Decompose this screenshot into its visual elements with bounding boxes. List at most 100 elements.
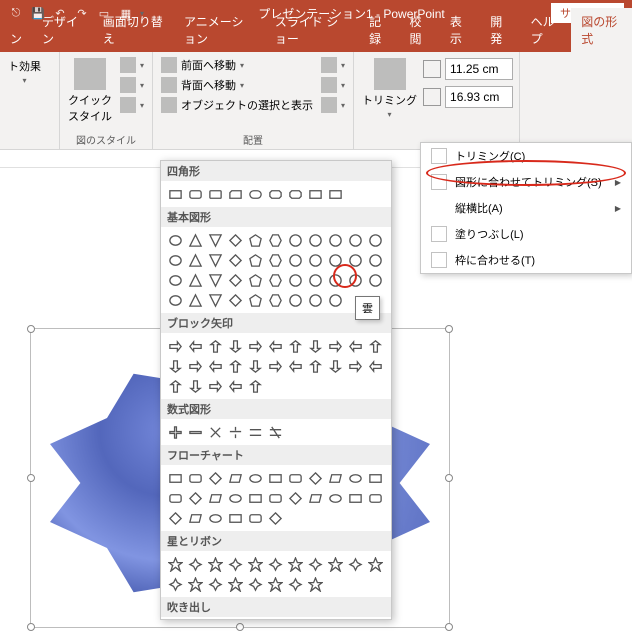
send-backward-button[interactable]: 背面へ移動▾ [159, 76, 315, 94]
picture-effects-button[interactable]: ▾ [118, 76, 146, 94]
shape-rect3[interactable] [226, 185, 244, 203]
shape-arrow8[interactable] [326, 337, 344, 355]
shape-flow22[interactable] [166, 509, 184, 527]
shape-flow7[interactable] [306, 469, 324, 487]
shape-basic34[interactable] [186, 291, 204, 309]
shape-rect1[interactable] [186, 185, 204, 203]
shape-basic23[interactable] [186, 271, 204, 289]
shape-arrow2[interactable] [206, 337, 224, 355]
shape-arrow13[interactable] [206, 357, 224, 375]
shape-basic11[interactable] [166, 251, 184, 269]
tab-developer[interactable]: 開発 [480, 8, 520, 52]
shape-arrow12[interactable] [186, 357, 204, 375]
shape-eq4[interactable] [246, 423, 264, 441]
redo-icon[interactable]: ↷ [74, 5, 90, 21]
shape-flow27[interactable] [266, 509, 284, 527]
shape-basic22[interactable] [166, 271, 184, 289]
shape-eq0[interactable] [166, 423, 184, 441]
shape-basic6[interactable] [286, 231, 304, 249]
handle-se[interactable] [445, 623, 453, 631]
handle-e[interactable] [445, 474, 453, 482]
shape-flow17[interactable] [286, 489, 304, 507]
dd-fill[interactable]: 塗りつぶし(L) [421, 221, 631, 247]
dd-aspect-ratio[interactable]: 縦横比(A)▶ [421, 195, 631, 221]
shape-star9[interactable] [346, 555, 364, 573]
tab-animations[interactable]: アニメーション [174, 8, 265, 52]
shape-star8[interactable] [326, 555, 344, 573]
dd-crop-to-shape[interactable]: 図形に合わせてトリミング(S)▶ [421, 169, 631, 195]
shape-basic29[interactable] [306, 271, 324, 289]
start-icon[interactable]: ▦ [118, 5, 134, 21]
shape-rect4[interactable] [246, 185, 264, 203]
tab-insert[interactable]: ン [0, 25, 32, 52]
shape-flow2[interactable] [206, 469, 224, 487]
shape-arrow4[interactable] [246, 337, 264, 355]
tab-review[interactable]: 校閲 [399, 8, 439, 52]
shape-basic16[interactable] [266, 251, 284, 269]
shape-star10[interactable] [366, 555, 384, 573]
shape-arrow21[interactable] [366, 357, 384, 375]
shape-star3[interactable] [226, 555, 244, 573]
shape-flow5[interactable] [266, 469, 284, 487]
shape-rect8[interactable] [326, 185, 344, 203]
shape-star13[interactable] [206, 575, 224, 593]
shape-flow26[interactable] [246, 509, 264, 527]
shape-basic24[interactable] [206, 271, 224, 289]
shape-flow16[interactable] [266, 489, 284, 507]
shape-basic15[interactable] [246, 251, 264, 269]
shape-arrow3[interactable] [226, 337, 244, 355]
shape-basic17[interactable] [286, 251, 304, 269]
shape-basic26[interactable] [246, 271, 264, 289]
shape-arrow10[interactable] [366, 337, 384, 355]
shape-arrow19[interactable] [326, 357, 344, 375]
shape-basic36[interactable] [226, 291, 244, 309]
shape-basic37[interactable] [246, 291, 264, 309]
shape-arrow18[interactable] [306, 357, 324, 375]
shape-basic30[interactable] [326, 271, 344, 289]
shape-star5[interactable] [266, 555, 284, 573]
shape-basic41[interactable] [326, 291, 344, 309]
shape-basic19[interactable] [326, 251, 344, 269]
shape-star15[interactable] [246, 575, 264, 593]
shape-star14[interactable] [226, 575, 244, 593]
shape-eq1[interactable] [186, 423, 204, 441]
shape-flow18[interactable] [306, 489, 324, 507]
selection-pane-button[interactable]: オブジェクトの選択と表示 [159, 96, 315, 114]
shape-basic31[interactable] [346, 271, 364, 289]
shape-flow20[interactable] [346, 489, 364, 507]
shape-flow21[interactable] [366, 489, 384, 507]
picture-border-button[interactable]: ▾ [118, 56, 146, 74]
shape-flow0[interactable] [166, 469, 184, 487]
shape-basic25[interactable] [226, 271, 244, 289]
tab-view[interactable]: 表示 [440, 8, 480, 52]
bring-forward-button[interactable]: 前面へ移動▾ [159, 56, 315, 74]
shape-eq3[interactable] [226, 423, 244, 441]
shape-arrow14[interactable] [226, 357, 244, 375]
shape-basic39[interactable] [286, 291, 304, 309]
shape-basic3[interactable] [226, 231, 244, 249]
handle-w[interactable] [27, 474, 35, 482]
shape-basic18[interactable] [306, 251, 324, 269]
save-icon[interactable]: 💾 [30, 5, 46, 21]
shape-star11[interactable] [166, 575, 184, 593]
shape-arrow24[interactable] [206, 377, 224, 395]
shape-flow24[interactable] [206, 509, 224, 527]
shape-arrow5[interactable] [266, 337, 284, 355]
autosave-icon[interactable]: ⎋ [8, 5, 24, 21]
shape-basic33[interactable] [166, 291, 184, 309]
shape-rect6[interactable] [286, 185, 304, 203]
shape-flow13[interactable] [206, 489, 224, 507]
tab-slideshow[interactable]: スライド ショー [265, 8, 359, 52]
shape-basic38[interactable] [266, 291, 284, 309]
shape-flow11[interactable] [166, 489, 184, 507]
handle-s[interactable] [236, 623, 244, 631]
shape-rect0[interactable] [166, 185, 184, 203]
shape-flow8[interactable] [326, 469, 344, 487]
width-input[interactable] [445, 86, 513, 108]
crop-button[interactable]: トリミング▾ [360, 56, 419, 121]
shape-basic14[interactable] [226, 251, 244, 269]
shape-basic40[interactable] [306, 291, 324, 309]
shape-flow4[interactable] [246, 469, 264, 487]
shape-basic10[interactable] [366, 231, 384, 249]
shape-flow23[interactable] [186, 509, 204, 527]
